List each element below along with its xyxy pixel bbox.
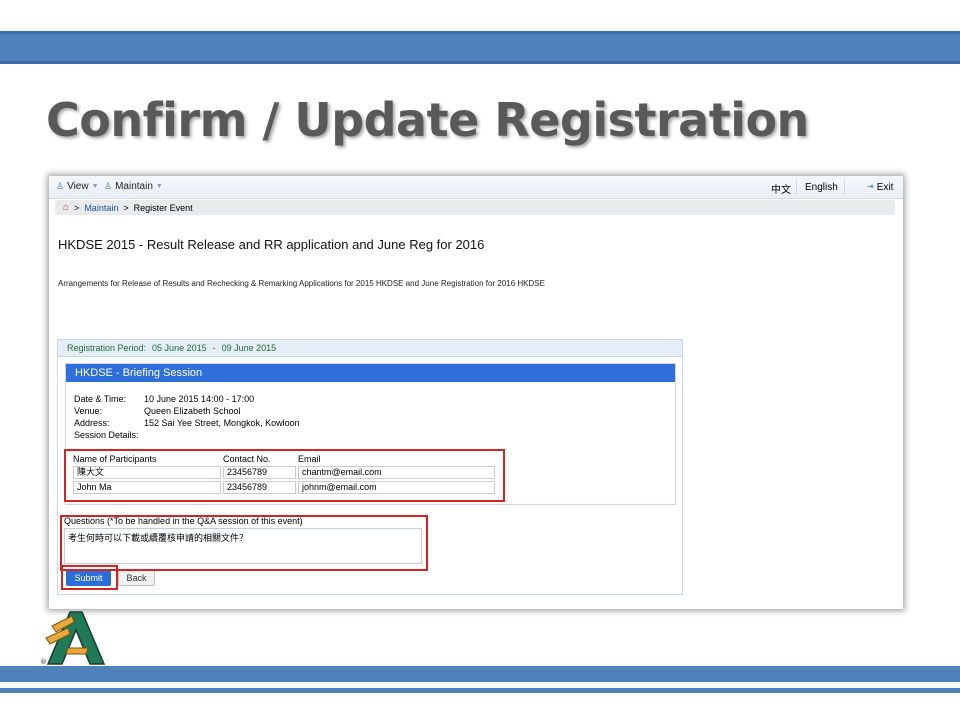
session-venue-row: Venue: Queen Elizabeth School: [74, 406, 241, 416]
event-description: Arrangements for Release of Results and …: [58, 279, 545, 288]
menu-maintain[interactable]: ♙ Maintain ▼: [104, 181, 163, 192]
session-details-row: Session Details:: [74, 430, 139, 440]
language-english-link[interactable]: English: [803, 182, 840, 193]
session-date-row: Date & Time: 10 June 2015 14:00 - 17:00: [74, 394, 254, 404]
venue-value: Queen Elizabeth School: [144, 406, 241, 416]
registration-period-label: Registration Period:: [67, 343, 147, 353]
participants-highlight-frame: [64, 449, 505, 502]
event-title: HKDSE 2015 - Result Release and RR appli…: [58, 237, 485, 252]
breadcrumb-current: Register Event: [133, 202, 193, 213]
top-menu-bar: ♙ View ▼ ♙ Maintain ▼ 中文 English ⇥ Exit: [49, 176, 903, 199]
home-icon[interactable]: ⌂: [63, 202, 69, 213]
chevron-down-icon: ▼: [155, 183, 163, 190]
registration-start-date: 05 June 2015: [152, 343, 207, 353]
menu-divider: [796, 179, 797, 195]
session-title: HKDSE - Briefing Session: [66, 364, 675, 382]
exit-label: Exit: [876, 182, 894, 193]
venue-label: Venue:: [74, 406, 103, 416]
menu-maintain-label: Maintain: [115, 181, 153, 192]
menu-view-label: View: [67, 181, 89, 192]
date-label: Date & Time:: [74, 394, 127, 404]
chevron-down-icon: ▼: [91, 183, 99, 190]
registration-date-dash: -: [212, 343, 216, 353]
user-icon: ♙: [104, 181, 113, 191]
language-chinese-link[interactable]: 中文: [771, 181, 791, 196]
date-value: 10 June 2015 14:00 - 17:00: [144, 394, 255, 404]
bottom-accent-band: [0, 666, 960, 682]
registration-end-date: 09 June 2015: [221, 343, 277, 353]
menu-divider: [844, 179, 845, 195]
exit-button[interactable]: ⇥ Exit: [867, 182, 893, 193]
questions-highlight-frame: [60, 515, 428, 571]
breadcrumb-separator: >: [74, 202, 80, 213]
breadcrumb-maintain-link[interactable]: Maintain: [84, 203, 118, 213]
address-label: Address:: [74, 418, 110, 428]
organization-logo: ®: [40, 611, 106, 666]
slide-title: Confirm / Update Registration: [46, 93, 809, 147]
bottom-accent-line: [0, 688, 960, 693]
registration-period: Registration Period: 05 June 2015 - 09 J…: [58, 340, 682, 357]
session-details-label: Session Details:: [74, 430, 139, 440]
app-screenshot: ♙ View ▼ ♙ Maintain ▼ 中文 English ⇥ Exit …: [49, 176, 903, 609]
svg-text:®: ®: [40, 658, 47, 666]
address-value: 152 Sai Yee Street, Mongkok, Kowloon: [144, 418, 300, 428]
breadcrumb: ⌂ > Maintain > Register Event: [55, 200, 895, 215]
user-icon: ♙: [56, 181, 65, 191]
back-button[interactable]: Back: [118, 570, 155, 586]
menu-view[interactable]: ♙ View ▼: [56, 181, 99, 192]
exit-icon: ⇥: [867, 182, 874, 191]
top-accent-band: [0, 31, 960, 64]
breadcrumb-separator: >: [123, 202, 129, 213]
submit-highlight-frame: [61, 565, 118, 590]
session-address-row: Address: 152 Sai Yee Street, Mongkok, Kow…: [74, 418, 300, 428]
